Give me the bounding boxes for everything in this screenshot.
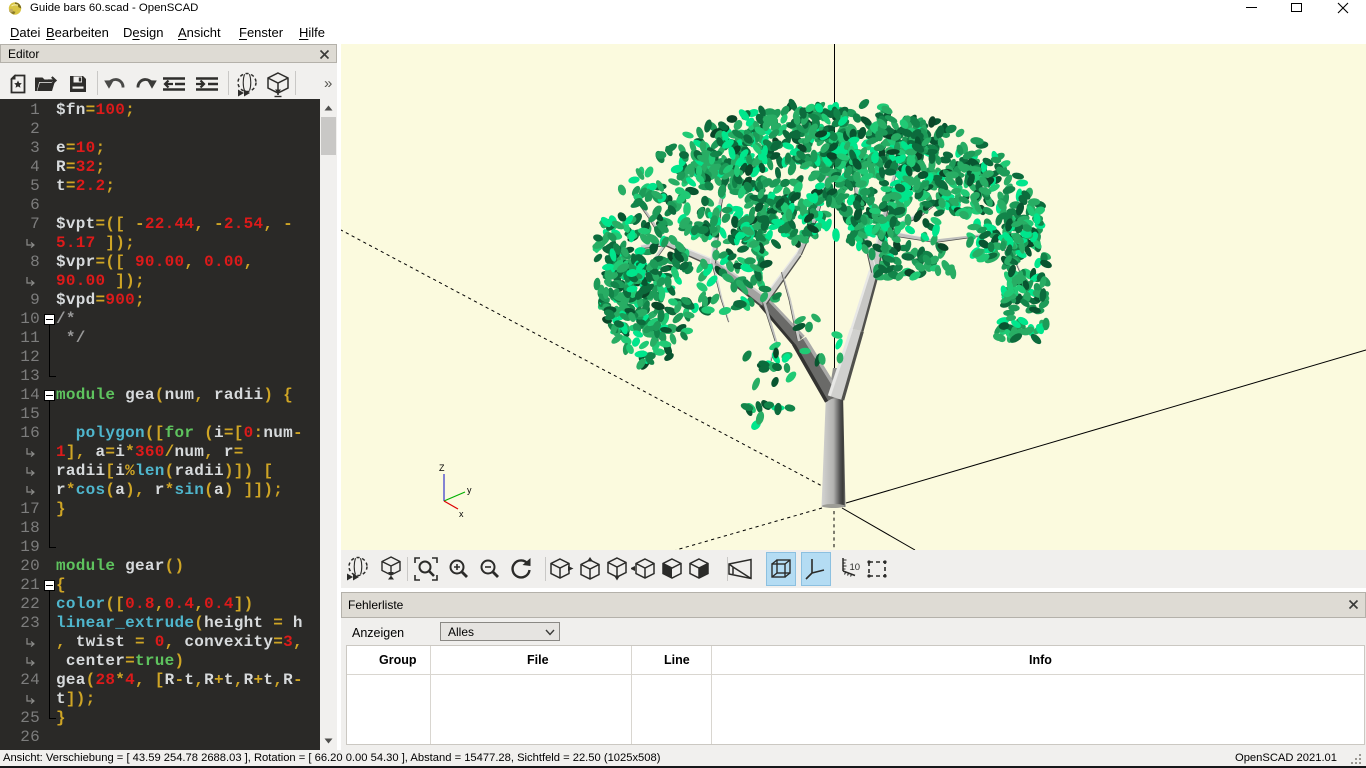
svg-text:Z: Z (439, 463, 445, 473)
svg-text:10: 10 (850, 562, 861, 573)
svg-text:x: x (459, 509, 464, 519)
svg-text:y: y (467, 485, 472, 495)
